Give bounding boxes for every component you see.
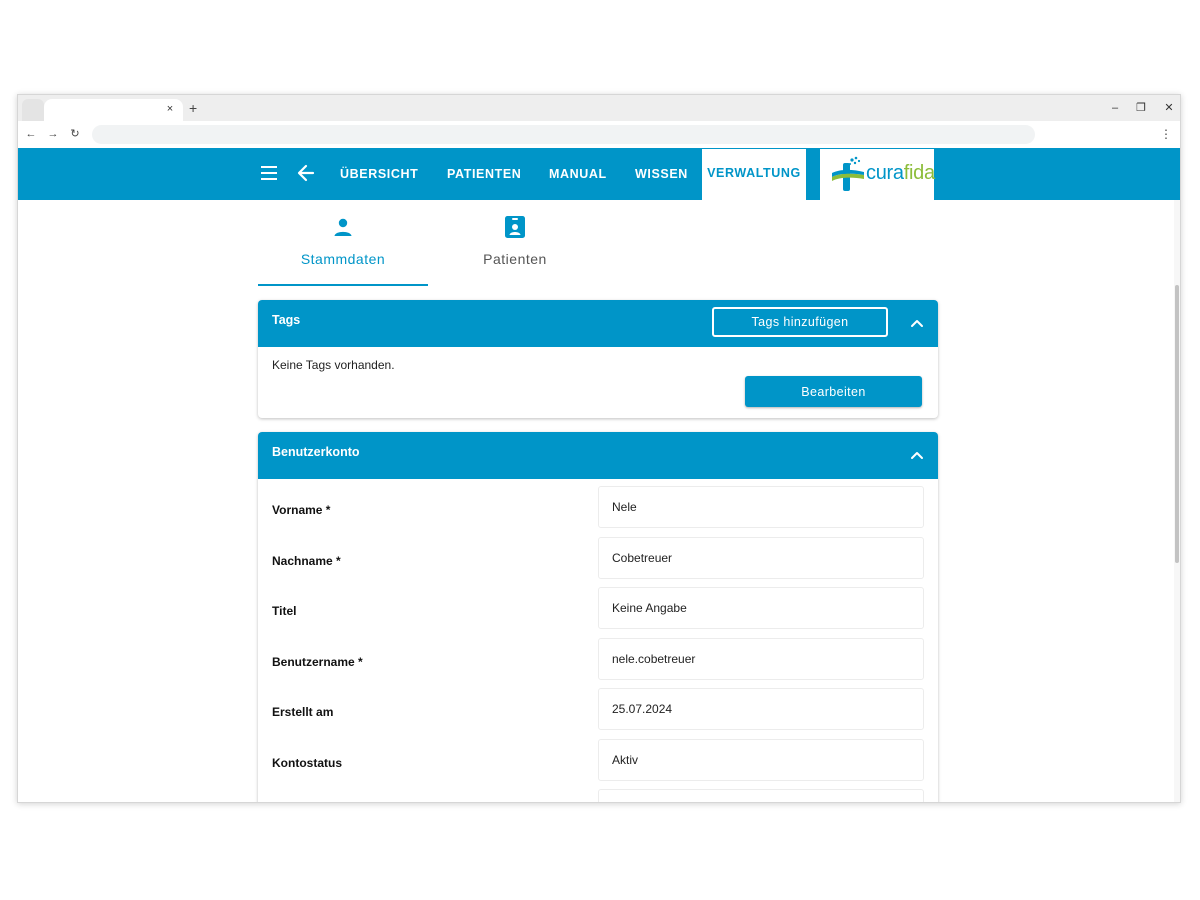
back-icon[interactable]: ← xyxy=(24,126,38,142)
nav-wissen[interactable]: WISSEN xyxy=(635,148,688,200)
form-row-kontostatus: Kontostatus Aktiv xyxy=(258,732,938,783)
nav-patienten[interactable]: PATIENTEN xyxy=(447,148,521,200)
tags-card-title: Tags xyxy=(272,313,301,327)
logo-text-fida: fida xyxy=(903,162,935,184)
benutzername-label: Benutzername * xyxy=(272,654,363,669)
tags-card-header[interactable]: Tags Tags hinzufügen xyxy=(258,300,938,347)
browser-toolbar: ← → ↻ ⋮ xyxy=(18,121,1180,148)
badge-icon xyxy=(505,216,525,238)
close-window-icon[interactable]: ✕ xyxy=(1161,101,1177,115)
app-navbar: ÜBERSICHT PATIENTEN MANUAL WISSEN VERWAL… xyxy=(18,148,1180,200)
vorname-label: Vorname * xyxy=(272,503,331,517)
tab-patienten[interactable]: Patienten xyxy=(430,209,600,286)
tab-close-icon[interactable]: × xyxy=(163,102,177,116)
form-row-titel: Titel Keine Angabe xyxy=(258,580,938,631)
erstellt-am-field[interactable]: 25.07.2024 xyxy=(598,688,924,730)
nav-manual[interactable]: MANUAL xyxy=(549,148,607,200)
chevron-up-icon[interactable] xyxy=(910,448,924,462)
restore-icon[interactable]: ❐ xyxy=(1133,101,1149,115)
benutzername-field[interactable]: nele.cobetreuer xyxy=(598,637,924,680)
logo-text-cura: cura xyxy=(866,162,904,184)
titel-field[interactable]: Keine Angabe xyxy=(598,587,924,629)
next-field[interactable] xyxy=(598,789,924,802)
form-row-benutzername: Benutzername * nele.cobetreuer xyxy=(258,631,938,682)
tab-stammdaten-label: Stammdaten xyxy=(300,251,386,267)
address-bar[interactable] xyxy=(92,125,1035,144)
browser-titlebar: × + – ❐ ✕ xyxy=(18,95,1180,121)
curafida-logo[interactable]: curafida xyxy=(820,149,935,200)
new-tab-button[interactable]: + xyxy=(189,101,197,115)
reload-icon[interactable]: ↻ xyxy=(68,126,82,142)
browser-window: × + – ❐ ✕ ← → ↻ ⋮ ÜBERSICHT PATIENTEN MA… xyxy=(17,94,1181,803)
edit-tags-button[interactable]: Bearbeiten xyxy=(745,376,922,407)
account-card: Benutzerkonto Vorname * Nele Nachname * … xyxy=(258,432,938,802)
titel-label: Titel xyxy=(272,604,297,618)
tab-patienten-label: Patienten xyxy=(483,251,547,267)
account-card-title: Benutzerkonto xyxy=(272,445,360,459)
person-icon xyxy=(334,218,352,236)
form-row-next xyxy=(258,782,938,802)
tags-empty-text: Keine Tags vorhanden. xyxy=(272,358,395,372)
browser-menu-icon[interactable]: ⋮ xyxy=(1160,126,1172,142)
minimize-icon[interactable]: – xyxy=(1107,101,1123,115)
nachname-field[interactable]: Cobetreuer xyxy=(598,536,924,579)
nav-verwaltung[interactable]: VERWALTUNG xyxy=(702,149,806,200)
browser-tab[interactable]: × xyxy=(44,99,183,121)
form-row-vorname: Vorname * Nele xyxy=(258,479,938,530)
erstellt-am-label: Erstellt am xyxy=(272,705,334,719)
tags-card-body: Keine Tags vorhanden. Bearbeiten xyxy=(258,347,938,418)
add-tags-button[interactable]: Tags hinzufügen xyxy=(712,307,888,337)
scrollbar-thumb[interactable] xyxy=(1175,285,1179,563)
form-row-erstellt-am: Erstellt am 25.07.2024 xyxy=(258,681,938,732)
kontostatus-label: Kontostatus xyxy=(272,755,342,770)
nav-uebersicht[interactable]: ÜBERSICHT xyxy=(340,148,418,200)
logo-cross-icon xyxy=(832,156,864,191)
vorname-field[interactable]: Nele xyxy=(598,486,924,528)
tab-stammdaten[interactable]: Stammdaten xyxy=(258,209,428,286)
tags-card: Tags Tags hinzufügen Keine Tags vorhande… xyxy=(258,300,938,418)
forward-icon[interactable]: → xyxy=(46,126,60,142)
hamburger-menu-icon[interactable] xyxy=(261,166,277,180)
back-arrow-icon[interactable] xyxy=(296,162,316,184)
chevron-up-icon[interactable] xyxy=(910,316,924,330)
account-card-header[interactable]: Benutzerkonto xyxy=(258,432,938,479)
active-tab-indicator xyxy=(258,284,428,286)
nachname-label: Nachname * xyxy=(272,553,341,568)
tab-placeholder xyxy=(22,99,44,121)
kontostatus-field[interactable]: Aktiv xyxy=(598,738,924,781)
form-row-nachname: Nachname * Cobetreuer xyxy=(258,530,938,581)
